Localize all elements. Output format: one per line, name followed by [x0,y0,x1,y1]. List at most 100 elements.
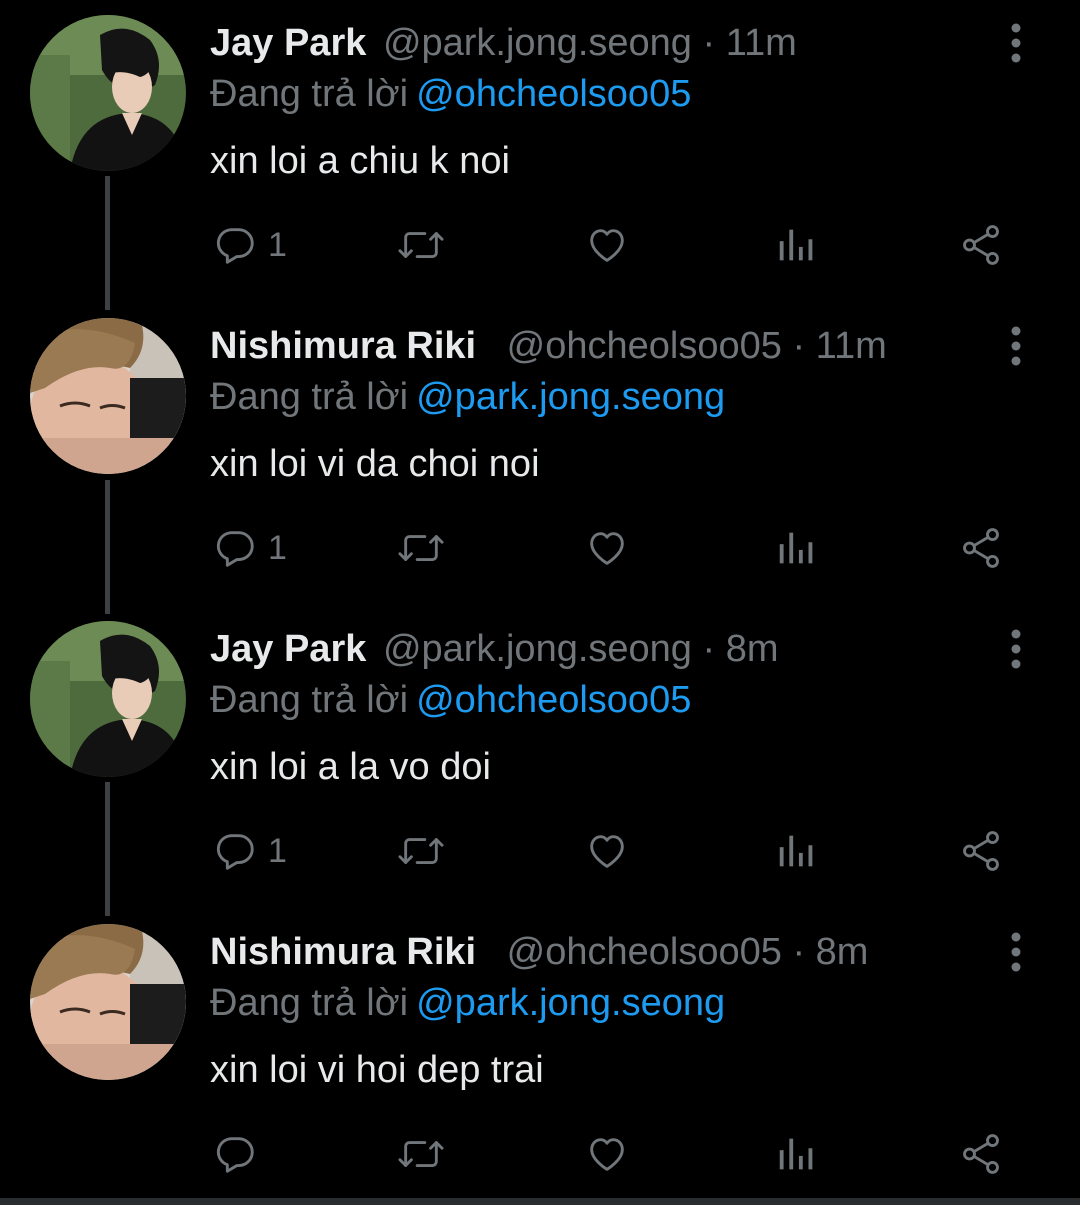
display-name[interactable]: Nishimura Riki [210,325,476,367]
views-icon [774,222,820,268]
tweet[interactable]: Jay Park @park.jong.seong · 11m Đang trả… [0,0,1080,303]
retweet-button[interactable] [396,523,446,573]
replying-to-label: Đang trả lời [210,376,409,418]
tweet-header: Nishimura Riki @ohcheolsoo05 · 11m [210,323,887,369]
share-button[interactable] [958,826,1004,876]
share-button[interactable] [958,220,1004,270]
retweet-icon [396,525,446,571]
handle[interactable]: @ohcheolsoo05 [507,325,782,367]
reply-button[interactable]: 1 [212,220,287,270]
reply-count: 1 [268,832,287,870]
like-button[interactable] [584,826,630,876]
tweet-header: Jay Park @park.jong.seong · 11m [210,20,797,66]
replying-to-label: Đang trả lời [210,982,409,1024]
handle[interactable]: @park.jong.seong [383,22,692,64]
tweet-text: xin loi vi da choi noi [210,443,540,485]
tweet-header: Jay Park @park.jong.seong · 8m [210,626,779,672]
more-icon[interactable] [1002,931,1030,973]
separator-dot: · [702,628,716,670]
retweet-button[interactable] [396,826,446,876]
avatar[interactable] [30,15,186,171]
views-button[interactable] [774,1129,820,1179]
jay-park-avatar-image [30,15,186,171]
jay-park-avatar-image [30,621,186,777]
like-icon [584,828,630,874]
handle[interactable]: @ohcheolsoo05 [507,931,782,973]
avatar[interactable] [30,621,186,777]
views-icon [774,525,820,571]
views-button[interactable] [774,523,820,573]
separator-dot: · [792,931,806,973]
share-icon [958,1131,1004,1177]
views-icon [774,1131,820,1177]
share-icon [958,525,1004,571]
tweet-text: xin loi vi hoi dep trai [210,1049,544,1091]
tweet-text: xin loi a chiu k noi [210,140,510,182]
like-icon [584,1131,630,1177]
like-button[interactable] [584,220,630,270]
separator-dot: · [702,22,716,64]
retweet-button[interactable] [396,220,446,270]
replying-to-label: Đang trả lời [210,73,409,115]
retweet-button[interactable] [396,1129,446,1179]
like-button[interactable] [584,523,630,573]
share-button[interactable] [958,523,1004,573]
action-bar [0,1129,1080,1179]
timestamp[interactable]: 11m [726,22,797,64]
like-icon [584,222,630,268]
avatar[interactable] [30,924,186,1080]
like-button[interactable] [584,1129,630,1179]
tweet-text: xin loi a la vo doi [210,746,491,788]
bottom-divider [0,1198,1080,1205]
reply-count: 1 [268,226,287,264]
views-button[interactable] [774,220,820,270]
tweet[interactable]: Nishimura Riki @ohcheolsoo05 · 11m Đang … [0,303,1080,606]
views-icon [774,828,820,874]
action-bar: 1 [0,523,1080,573]
handle[interactable]: @park.jong.seong [383,628,692,670]
display-name[interactable]: Jay Park [210,22,366,64]
tweet[interactable]: Jay Park @park.jong.seong · 8m Đang trả … [0,606,1080,909]
separator-dot: · [792,325,806,367]
reply-icon [212,1131,258,1177]
retweet-icon [396,828,446,874]
replying-to-label: Đang trả lời [210,679,409,721]
reply-icon [212,828,258,874]
replying-to: Đang trả lời @ohcheolsoo05 [210,70,691,118]
views-button[interactable] [774,826,820,876]
action-bar: 1 [0,220,1080,270]
mention-link[interactable]: @park.jong.seong [416,376,725,418]
retweet-icon [396,1131,446,1177]
reply-count: 1 [268,529,287,567]
reply-button[interactable]: 1 [212,523,287,573]
mention-link[interactable]: @ohcheolsoo05 [416,679,691,721]
reply-icon [212,525,258,571]
retweet-icon [396,222,446,268]
more-icon[interactable] [1002,325,1030,367]
action-bar: 1 [0,826,1080,876]
replying-to: Đang trả lời @park.jong.seong [210,373,725,421]
share-icon [958,828,1004,874]
tweet[interactable]: Nishimura Riki @ohcheolsoo05 · 8m Đang t… [0,909,1080,1205]
reply-thread: Jay Park @park.jong.seong · 11m Đang trả… [0,0,1080,1205]
reply-button[interactable]: 1 [212,826,287,876]
timestamp[interactable]: 8m [726,628,779,670]
nishimura-riki-avatar-image [30,318,186,474]
display-name[interactable]: Jay Park [210,628,366,670]
more-icon[interactable] [1002,628,1030,670]
nishimura-riki-avatar-image [30,924,186,1080]
replying-to: Đang trả lời @park.jong.seong [210,979,725,1027]
timestamp[interactable]: 11m [816,325,887,367]
share-button[interactable] [958,1129,1004,1179]
mention-link[interactable]: @park.jong.seong [416,982,725,1024]
like-icon [584,525,630,571]
avatar[interactable] [30,318,186,474]
timestamp[interactable]: 8m [816,931,869,973]
share-icon [958,222,1004,268]
replying-to: Đang trả lời @ohcheolsoo05 [210,676,691,724]
more-icon[interactable] [1002,22,1030,64]
display-name[interactable]: Nishimura Riki [210,931,476,973]
reply-icon [212,222,258,268]
reply-button[interactable] [212,1129,268,1179]
mention-link[interactable]: @ohcheolsoo05 [416,73,691,115]
